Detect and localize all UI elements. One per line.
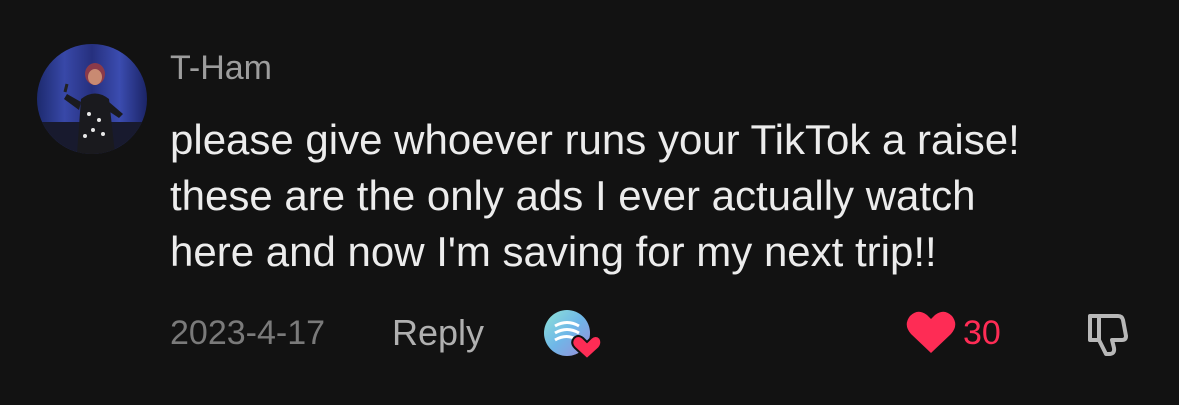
comment-username[interactable]: T-Ham [170, 48, 272, 88]
avatar-image [37, 44, 147, 154]
thumbs-down-icon[interactable] [1086, 310, 1132, 356]
comment-item: T-Ham please give whoever runs your TikT… [0, 0, 1179, 405]
comment-date: 2023-4-17 [170, 314, 326, 352]
reply-button[interactable]: Reply [392, 313, 484, 353]
like-count: 30 [963, 314, 1001, 352]
comment-text-line: here and now I'm saving for my next trip… [170, 228, 937, 275]
comment-text-line: these are the only ads I ever actually w… [170, 172, 976, 219]
avatar[interactable] [37, 44, 147, 154]
creator-liked-badge-icon [543, 309, 603, 361]
comment-text: please give whoever runs your TikTok a r… [170, 112, 1160, 280]
heart-icon[interactable] [905, 309, 957, 355]
comment-text-line: please give whoever runs your TikTok a r… [170, 116, 1020, 163]
